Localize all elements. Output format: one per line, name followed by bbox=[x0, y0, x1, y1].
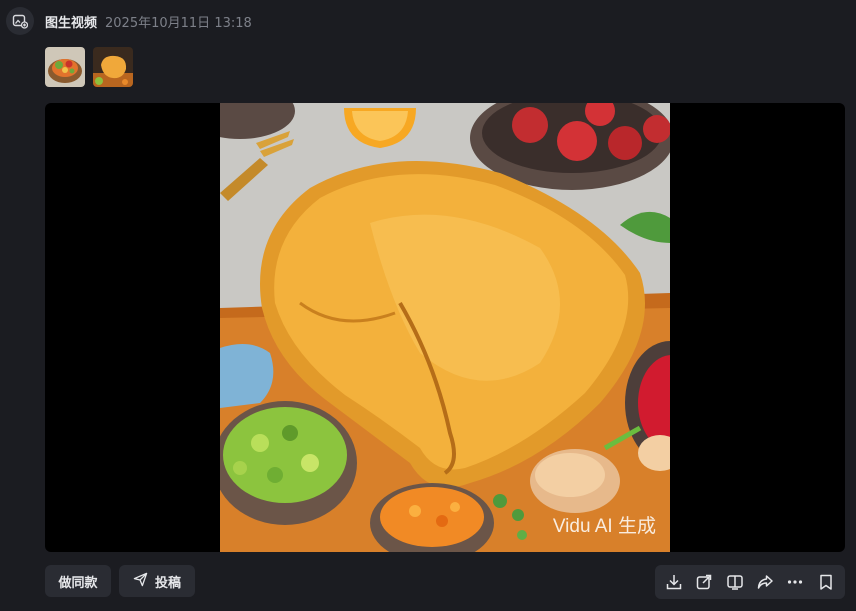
image-to-video-icon[interactable] bbox=[6, 7, 34, 35]
bookmark-icon[interactable] bbox=[813, 569, 839, 595]
more-icon[interactable] bbox=[782, 569, 808, 595]
submit-label: 投稿 bbox=[154, 575, 181, 591]
video-frame: Vidu AI 生成 bbox=[220, 103, 670, 552]
fried-chicken-illustration bbox=[220, 103, 670, 552]
reference-thumbnails bbox=[45, 47, 133, 87]
make-same-label: 做同款 bbox=[58, 575, 98, 591]
video-toolbar bbox=[655, 565, 845, 599]
make-same-button[interactable]: 做同款 bbox=[45, 565, 111, 597]
share-icon[interactable] bbox=[752, 569, 778, 595]
header: 图生视频 2025年10月11日 13:18 bbox=[6, 6, 252, 36]
send-icon bbox=[133, 572, 148, 591]
video-player[interactable]: Vidu AI 生成 bbox=[45, 103, 845, 552]
reference-image-salad-thumbnail[interactable] bbox=[45, 47, 85, 87]
submit-button[interactable]: 投稿 bbox=[119, 565, 195, 597]
reference-image-fried-chicken-thumbnail[interactable] bbox=[93, 47, 133, 87]
download-icon[interactable] bbox=[661, 569, 687, 595]
page-title: 图生视频 bbox=[45, 15, 98, 31]
timestamp: 2025年10月11日 13:18 bbox=[105, 15, 252, 31]
video-watermark: Vidu AI 生成 bbox=[552, 516, 656, 537]
export-icon[interactable] bbox=[691, 569, 717, 595]
subtitle-icon[interactable] bbox=[722, 569, 748, 595]
